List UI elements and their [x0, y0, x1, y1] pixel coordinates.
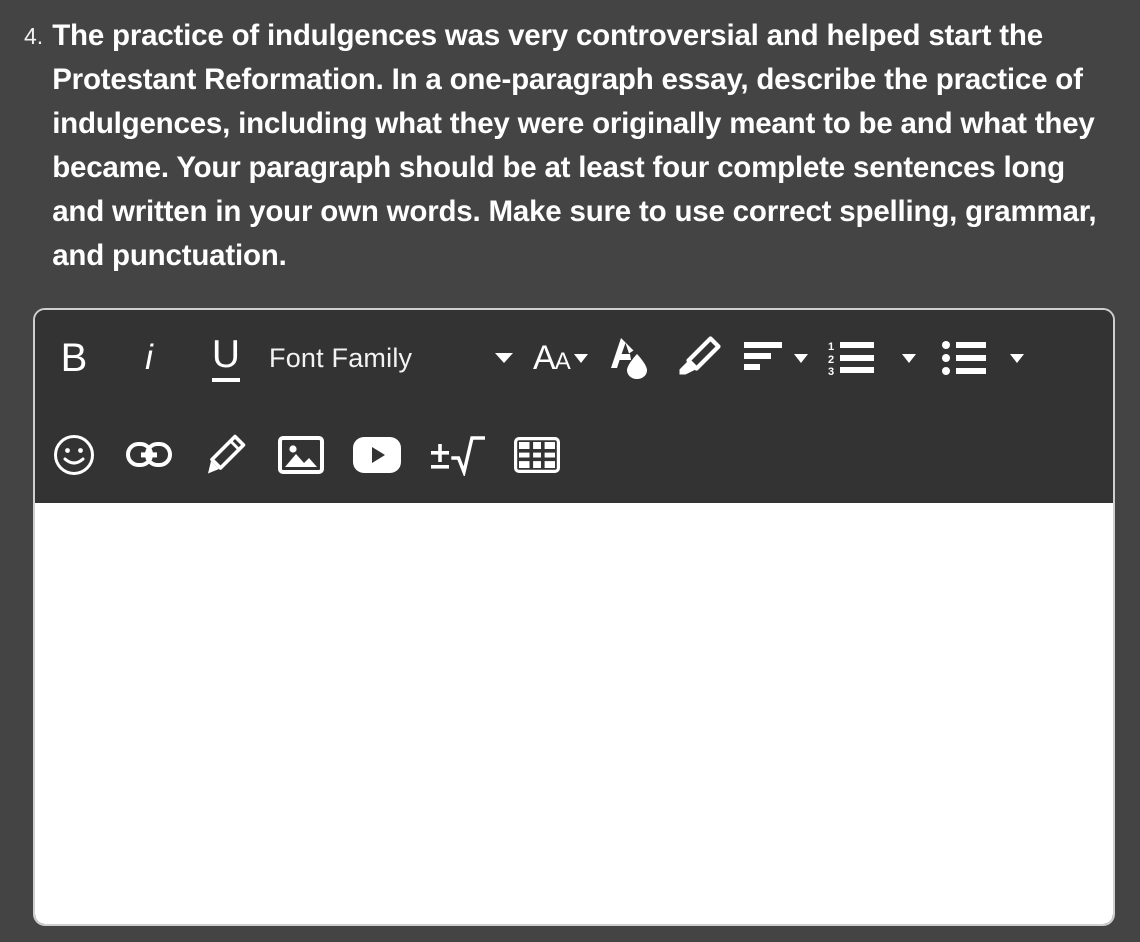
image-button[interactable] [263, 406, 339, 503]
text-color-icon [610, 338, 647, 379]
image-icon [278, 435, 324, 474]
font-family-caret-wrap [495, 353, 527, 363]
draw-button[interactable] [187, 406, 263, 503]
table-button[interactable] [499, 406, 575, 503]
question-number: 4. [24, 23, 44, 49]
highlight-button[interactable] [662, 310, 736, 406]
text-align-button[interactable] [736, 310, 814, 406]
svg-text:3: 3 [828, 366, 834, 376]
numbered-list-icon: 1 2 3 [828, 341, 874, 376]
svg-text:2: 2 [828, 354, 834, 366]
editor-toolbar: B i U Font Family AA 1 2 3 [35, 310, 1113, 503]
rich-text-editor: B i U Font Family AA 1 2 3 [33, 308, 1115, 926]
chevron-down-icon [495, 353, 513, 363]
page-root: 4. The practice of indulgences was very … [0, 0, 1140, 942]
chevron-down-icon [793, 353, 808, 363]
font-family-label: Font Family [269, 342, 413, 373]
emoji-icon [54, 434, 94, 475]
align-left-icon [743, 342, 782, 370]
math-icon [431, 435, 485, 476]
editor-content-area[interactable] [35, 503, 1113, 924]
toolbar-row-2 [35, 406, 1113, 503]
svg-text:1: 1 [828, 341, 834, 353]
font-family-select[interactable]: Font Family [265, 310, 527, 406]
underline-button[interactable]: U [187, 310, 265, 406]
youtube-icon [353, 436, 401, 473]
chevron-down-icon [901, 353, 916, 363]
bulleted-list-icon [941, 341, 986, 375]
chevron-down-icon [573, 353, 588, 363]
emoji-button[interactable] [35, 406, 111, 503]
toolbar-row-1: B i U Font Family AA 1 2 3 [35, 310, 1113, 406]
table-icon [514, 436, 560, 473]
bulleted-list-button[interactable] [922, 310, 1030, 406]
bold-icon: B [60, 335, 88, 380]
bold-button[interactable]: B [35, 310, 111, 406]
highlighter-icon [679, 336, 721, 375]
question-block: 4. The practice of indulgences was very … [24, 14, 1124, 278]
italic-button[interactable]: i [111, 310, 187, 406]
pencil-icon [208, 434, 246, 473]
italic-icon: i [145, 338, 153, 377]
essay-textarea[interactable] [35, 503, 1113, 924]
math-button[interactable] [415, 406, 499, 503]
video-button[interactable] [339, 406, 415, 503]
font-size-icon: AA [533, 339, 571, 377]
chevron-down-icon [1009, 353, 1024, 363]
question-text: The practice of indulgences was very con… [52, 19, 1097, 272]
underline-icon: U [211, 335, 241, 382]
text-color-button[interactable] [596, 310, 662, 406]
link-button[interactable] [111, 406, 187, 503]
font-size-select[interactable]: AA [527, 310, 596, 406]
numbered-list-button[interactable]: 1 2 3 [814, 310, 922, 406]
link-icon [126, 441, 172, 467]
